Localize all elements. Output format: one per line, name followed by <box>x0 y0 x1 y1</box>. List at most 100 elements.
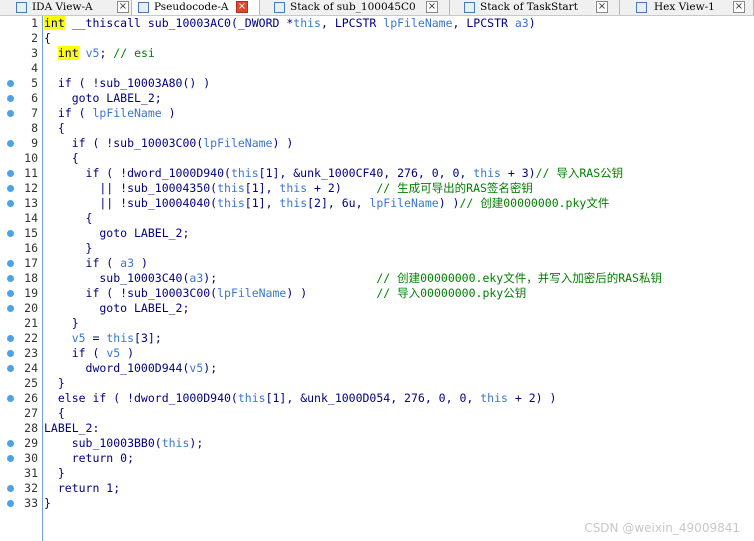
breakpoint-dot-icon[interactable] <box>7 140 14 147</box>
close-icon[interactable]: × <box>596 1 608 13</box>
breakpoint-dot-icon[interactable] <box>7 350 14 357</box>
code-text[interactable]: goto LABEL_2; <box>44 226 189 241</box>
tab-stack-of-taskstart[interactable]: Stack of TaskStart × <box>450 0 620 15</box>
code-text[interactable]: else if ( !dword_1000D940(this[1], &unk_… <box>44 391 557 406</box>
breakpoint-dot-icon[interactable] <box>7 500 14 507</box>
code-line[interactable]: 5 if ( !sub_10003A80() ) <box>0 76 754 91</box>
code-line[interactable]: 24 dword_1000D944(v5); <box>0 361 754 376</box>
code-line[interactable]: 9 if ( !sub_10003C00(lpFileName) ) <box>0 136 754 151</box>
code-text[interactable]: if ( !sub_10003A80() ) <box>44 76 210 91</box>
code-text[interactable]: v5 = this[3]; <box>44 331 162 346</box>
code-text[interactable]: if ( lpFileName ) <box>44 106 176 121</box>
breakpoint-dot-icon[interactable] <box>7 200 14 207</box>
code-text[interactable]: LABEL_2: <box>44 421 99 436</box>
tab-label: Pseudocode-A <box>154 1 229 13</box>
line-number: 5 <box>31 76 38 90</box>
code-line[interactable]: 16 } <box>0 241 754 256</box>
breakpoint-dot-icon[interactable] <box>7 95 14 102</box>
breakpoint-dot-icon[interactable] <box>7 260 14 267</box>
breakpoint-dot-icon[interactable] <box>7 455 14 462</box>
code-line[interactable]: 21 } <box>0 316 754 331</box>
code-text[interactable]: int __thiscall sub_10003AC0(_DWORD *this… <box>44 16 536 31</box>
code-line[interactable]: 2{ <box>0 31 754 46</box>
code-text[interactable]: } <box>44 241 93 256</box>
code-text[interactable]: dword_1000D944(v5); <box>44 361 218 376</box>
breakpoint-dot-icon[interactable] <box>7 290 14 297</box>
code-line[interactable]: 3 int v5; // esi <box>0 46 754 61</box>
code-text[interactable]: if ( !sub_10003C00(lpFileName) ) // 导入00… <box>44 286 527 301</box>
code-text[interactable]: || !sub_10004350(this[1], this + 2) // 生… <box>44 181 533 196</box>
code-line[interactable]: 12 || !sub_10004350(this[1], this + 2) /… <box>0 181 754 196</box>
code-line[interactable]: 13 || !sub_10004040(this[1], this[2], 6u… <box>0 196 754 211</box>
code-line[interactable]: 7 if ( lpFileName ) <box>0 106 754 121</box>
code-line[interactable]: 32 return 1; <box>0 481 754 496</box>
code-line[interactable]: 19 if ( !sub_10003C00(lpFileName) ) // 导… <box>0 286 754 301</box>
breakpoint-dot-icon[interactable] <box>7 440 14 447</box>
code-line[interactable]: 30 return 0; <box>0 451 754 466</box>
code-text[interactable]: return 0; <box>44 451 134 466</box>
breakpoint-dot-icon[interactable] <box>7 275 14 282</box>
tab-hex-view-1[interactable]: Hex View-1 × <box>620 0 754 15</box>
code-line[interactable]: 18 sub_10003C40(a3); // 创建00000000.eky文件… <box>0 271 754 286</box>
tab-stack-of-sub-100045c0[interactable]: Stack of sub_100045C0 × <box>260 0 450 15</box>
code-line[interactable]: 1 int __thiscall sub_10003AC0(_DWORD *thi… <box>0 16 754 31</box>
code-line[interactable]: 14 { <box>0 211 754 226</box>
close-icon[interactable]: × <box>117 1 129 13</box>
code-line[interactable]: 11 if ( !dword_1000D940(this[1], &unk_10… <box>0 166 754 181</box>
code-text[interactable]: if ( a3 ) <box>44 256 148 271</box>
code-text[interactable]: if ( !sub_10003C00(lpFileName) ) <box>44 136 294 151</box>
tab-pseudocode-a[interactable]: Pseudocode-A × <box>132 0 260 15</box>
code-text[interactable]: sub_10003BB0(this); <box>44 436 204 451</box>
tab-ida-view-a[interactable]: IDA View-A × <box>0 0 132 15</box>
breakpoint-dot-icon[interactable] <box>7 305 14 312</box>
code-text[interactable]: goto LABEL_2; <box>44 91 162 106</box>
breakpoint-dot-icon[interactable] <box>7 185 14 192</box>
code-text[interactable]: || !sub_10004040(this[1], this[2], 6u, l… <box>44 196 609 211</box>
code-text[interactable]: int v5; // esi <box>44 46 155 61</box>
breakpoint-dot-icon[interactable] <box>7 230 14 237</box>
code-text[interactable]: goto LABEL_2; <box>44 301 189 316</box>
close-icon[interactable]: × <box>733 1 745 13</box>
code-line[interactable]: 4 <box>0 61 754 76</box>
code-line[interactable]: 20 goto LABEL_2; <box>0 301 754 316</box>
breakpoint-dot-icon[interactable] <box>7 80 14 87</box>
line-number: 6 <box>31 91 38 105</box>
pseudocode-editor[interactable]: 1 int __thiscall sub_10003AC0(_DWORD *thi… <box>0 16 754 541</box>
code-text[interactable]: { <box>44 151 79 166</box>
line-number: 23 <box>24 346 38 360</box>
code-line[interactable]: 17 if ( a3 ) <box>0 256 754 271</box>
breakpoint-dot-icon[interactable] <box>7 395 14 402</box>
code-text[interactable]: { <box>44 31 51 46</box>
code-line[interactable]: 6 goto LABEL_2; <box>0 91 754 106</box>
code-text[interactable]: } <box>44 466 65 481</box>
code-line[interactable]: 22 v5 = this[3]; <box>0 331 754 346</box>
code-line[interactable]: 15 goto LABEL_2; <box>0 226 754 241</box>
code-text[interactable]: { <box>44 211 93 226</box>
code-text[interactable]: return 1; <box>44 481 120 496</box>
code-text[interactable]: } <box>44 376 65 391</box>
code-line[interactable]: 29 sub_10003BB0(this); <box>0 436 754 451</box>
code-line[interactable]: 31 } <box>0 466 754 481</box>
breakpoint-dot-icon[interactable] <box>7 485 14 492</box>
code-text[interactable]: } <box>44 316 79 331</box>
code-text[interactable]: if ( v5 ) <box>44 346 134 361</box>
code-line[interactable]: 10 { <box>0 151 754 166</box>
code-line[interactable]: 8 { <box>0 121 754 136</box>
code-line[interactable]: 26 else if ( !dword_1000D940(this[1], &u… <box>0 391 754 406</box>
code-text[interactable]: sub_10003C40(a3); // 创建00000000.eky文件，并写… <box>44 271 662 286</box>
close-icon[interactable]: × <box>236 1 248 13</box>
code-text[interactable]: if ( !dword_1000D940(this[1], &unk_1000C… <box>44 166 624 181</box>
code-line[interactable]: 28 LABEL_2: <box>0 421 754 436</box>
breakpoint-dot-icon[interactable] <box>7 110 14 117</box>
code-text[interactable]: { <box>44 121 65 136</box>
code-text[interactable]: } <box>44 496 51 511</box>
breakpoint-dot-icon[interactable] <box>7 170 14 177</box>
code-line[interactable]: 25 } <box>0 376 754 391</box>
breakpoint-dot-icon[interactable] <box>7 335 14 342</box>
code-line[interactable]: 27 { <box>0 406 754 421</box>
close-icon[interactable]: × <box>426 1 438 13</box>
breakpoint-dot-icon[interactable] <box>7 365 14 372</box>
code-text[interactable]: { <box>44 406 65 421</box>
code-line[interactable]: 33} <box>0 496 754 511</box>
code-line[interactable]: 23 if ( v5 ) <box>0 346 754 361</box>
